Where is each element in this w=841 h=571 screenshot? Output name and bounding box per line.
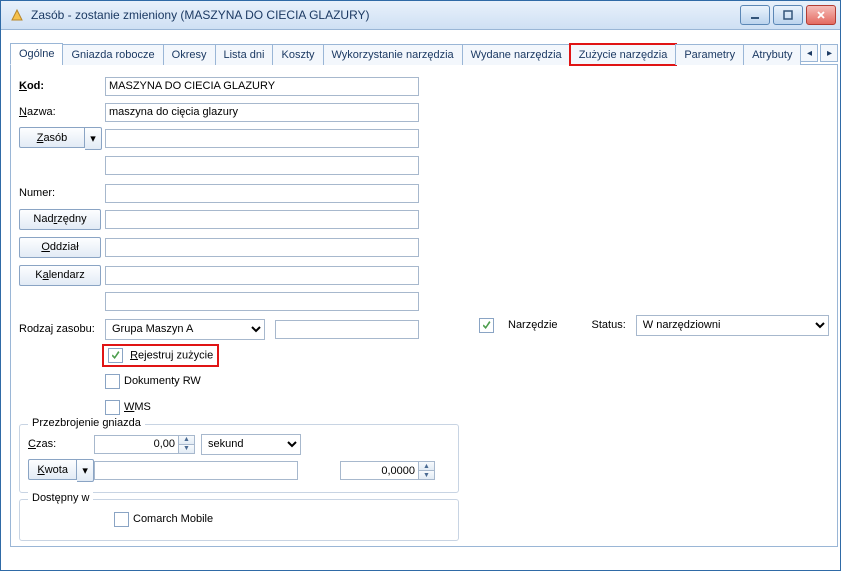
button-kwota[interactable]: Kwota [28,459,77,480]
button-zasob[interactable]: Zasób [19,127,85,148]
select-czas-unit[interactable]: sekund [201,434,301,455]
label-rejestruj: Rejestruj zużycie [130,349,213,361]
maximize-button[interactable] [773,5,803,25]
input-nazwa[interactable] [105,103,419,122]
tab-gniazda[interactable]: Gniazda robocze [62,44,163,65]
checkbox-narzedzie[interactable] [479,318,494,333]
titlebar: Zasób - zostanie zmieniony (MASZYNA DO C… [1,1,840,30]
label-narzedzie: Narzędzie [508,319,558,331]
input-kwota[interactable] [340,461,418,480]
czas-up[interactable]: ▲ [179,436,194,445]
input-zasob-1[interactable] [105,129,419,148]
label-comarch: Comarch Mobile [133,513,213,525]
window-buttons [740,5,836,25]
label-wms: WMS [124,401,151,413]
label-czas: Czas: [28,438,94,450]
tabs-bar: Ogólne Gniazda robocze Okresy Lista dni … [10,40,838,65]
tab-wydane[interactable]: Wydane narzędzia [462,44,571,65]
tab-lista-dni[interactable]: Lista dni [215,44,274,65]
checkbox-wms[interactable] [105,400,120,415]
highlight-rejestruj: Rejestruj zużycie [105,347,216,364]
tab-wykorzystanie[interactable]: Wykorzystanie narzędzia [323,44,463,65]
input-kwota-extra[interactable] [94,461,298,480]
close-button[interactable] [806,5,836,25]
tab-parametry[interactable]: Parametry [675,44,744,65]
tab-koszty[interactable]: Koszty [272,44,323,65]
tab-scroll-left[interactable]: ◂ [800,44,818,62]
app-window: Zasób - zostanie zmieniony (MASZYNA DO C… [0,0,841,571]
tab-zuzycie[interactable]: Zużycie narzędzia [570,44,677,65]
select-status[interactable]: W narzędziowni [636,315,830,336]
kwota-up[interactable]: ▲ [419,462,434,471]
select-rodzaj[interactable]: Grupa Maszyn A [105,319,265,340]
input-kod[interactable] [105,77,419,96]
checkbox-rejestruj[interactable] [108,348,123,363]
label-rodzaj: Rodzaj zasobu: [19,323,105,335]
label-dokrw: Dokumenty RW [124,375,201,387]
kwota-down[interactable]: ▼ [419,471,434,479]
window-title: Zasób - zostanie zmieniony (MASZYNA DO C… [29,8,740,22]
label-numer: Numer: [19,187,105,199]
spinner-czas[interactable]: ▲▼ [94,435,195,454]
tab-okresy[interactable]: Okresy [163,44,216,65]
czas-down[interactable]: ▼ [179,445,194,453]
input-nadrzedny[interactable] [105,210,419,229]
button-oddzial[interactable]: Oddział [19,237,101,258]
button-nadrzedny[interactable]: Nadrzędny [19,209,101,230]
button-kwota-dropdown[interactable]: ▾ [77,459,94,482]
input-rodzaj-extra[interactable] [275,320,419,339]
tab-ogolne[interactable]: Ogólne [10,43,63,65]
input-oddzial[interactable] [105,238,419,257]
label-nazwa: Nazwa: [19,106,105,118]
label-status: Status: [592,319,626,331]
tab-scroll-right[interactable]: ▸ [820,44,838,62]
input-czas[interactable] [94,435,178,454]
group-title-dostepny: Dostępny w [28,492,93,504]
spinner-kwota[interactable]: ▲▼ [340,461,435,480]
group-title-przezbrojenie: Przezbrojenie gniazda [28,417,145,429]
button-zasob-dropdown[interactable]: ▾ [85,127,102,150]
checkbox-dokrw[interactable] [105,374,120,389]
input-kalendarz-2[interactable] [105,292,419,311]
group-przezbrojenie: Przezbrojenie gniazda Czas: ▲▼ sekund [19,424,459,493]
input-kalendarz[interactable] [105,266,419,285]
tab-panel-ogolne: Kod: Nazwa: Zasób ▾ [10,65,838,547]
minimize-button[interactable] [740,5,770,25]
checkbox-comarch[interactable] [114,512,129,527]
input-zasob-2[interactable] [105,156,419,175]
group-dostepny: Dostępny w Comarch Mobile [19,499,459,541]
tab-atrybuty[interactable]: Atrybuty [743,44,801,65]
label-kod: Kod: [19,80,105,92]
button-kalendarz[interactable]: Kalendarz [19,265,101,286]
input-numer[interactable] [105,184,419,203]
app-icon [9,7,25,23]
